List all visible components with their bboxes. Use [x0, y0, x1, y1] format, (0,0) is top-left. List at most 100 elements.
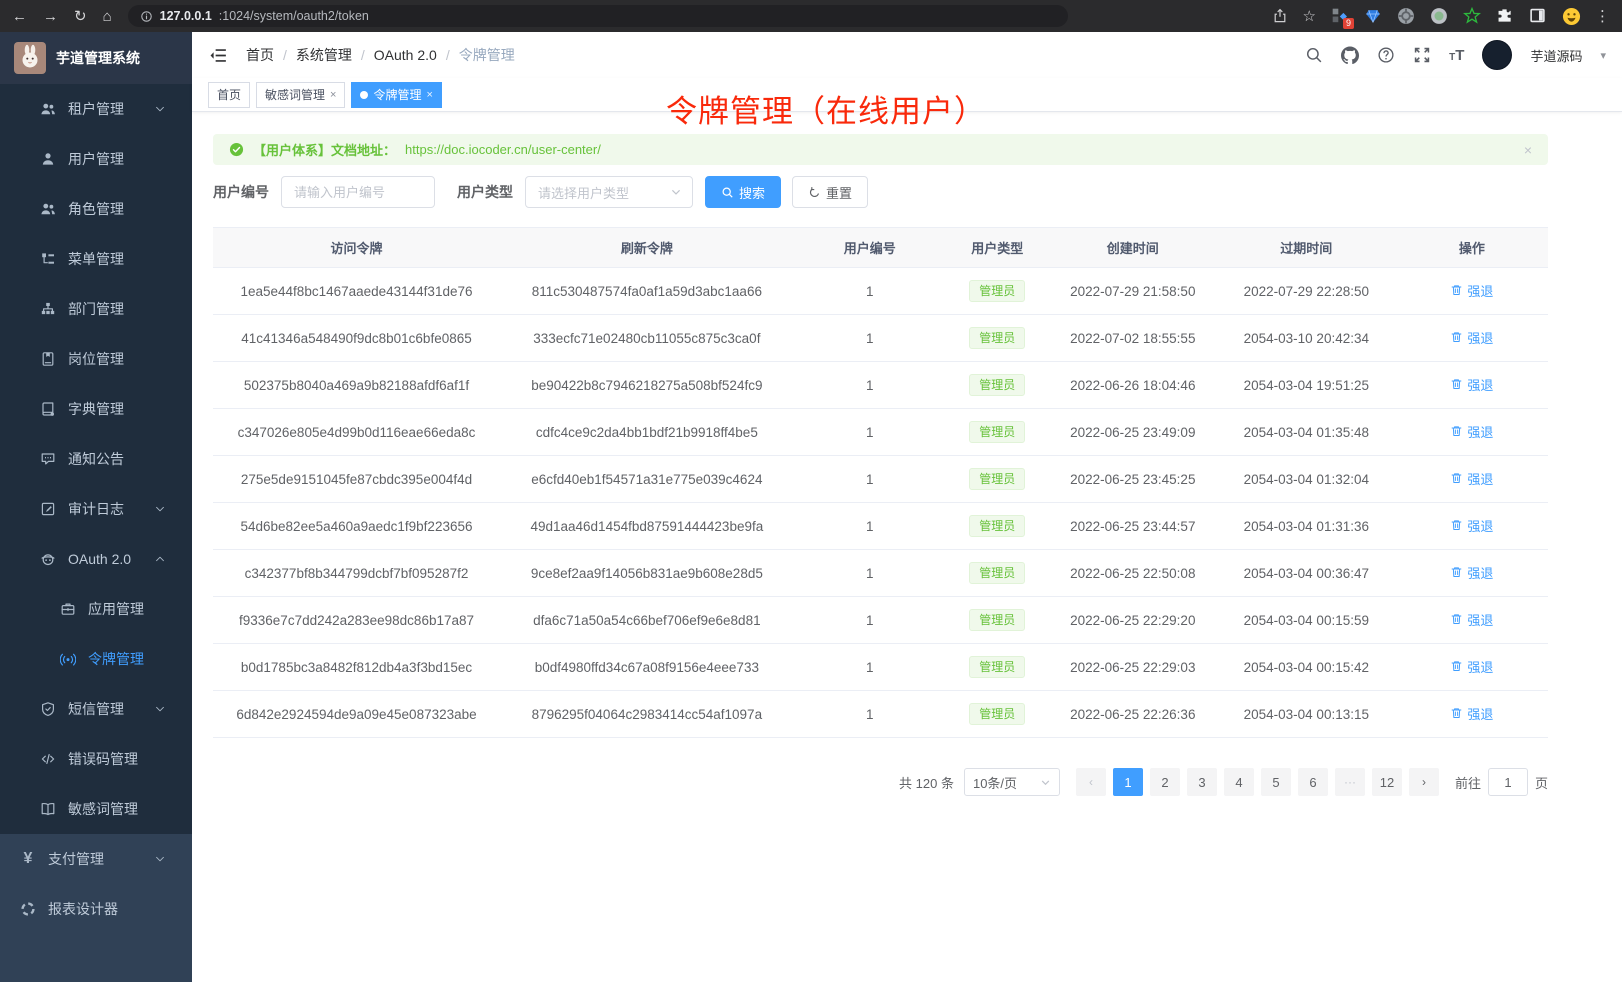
browser-reload-icon[interactable]: ↻ [74, 7, 87, 25]
force-logout-link[interactable]: 强退 [1450, 657, 1493, 676]
force-logout-link[interactable]: 强退 [1450, 281, 1493, 300]
tag-tab-0[interactable]: 首页 [208, 82, 250, 108]
alert-title: 【用户体系】文档地址： [253, 140, 396, 159]
pager-page-6[interactable]: 6 [1298, 768, 1328, 796]
sidebar-item-4[interactable]: 部门管理 [0, 284, 192, 334]
reset-button[interactable]: 重置 [792, 176, 868, 208]
force-logout-link[interactable]: 强退 [1450, 422, 1493, 441]
user-id-cell: 1 [794, 550, 946, 597]
github-icon[interactable] [1341, 46, 1359, 64]
help-question-icon[interactable] [1377, 46, 1395, 64]
font-size-icon[interactable]: TT [1449, 47, 1464, 64]
force-logout-link[interactable]: 强退 [1450, 375, 1493, 394]
sidebar-item-6[interactable]: 字典管理 [0, 384, 192, 434]
created-time-cell: 2022-06-26 18:04:46 [1049, 362, 1217, 409]
sidebar-item-0[interactable]: 租户管理 [0, 84, 192, 134]
user-type-select[interactable]: 请选择用户类型 [525, 176, 693, 208]
admin-type-tag: 管理员 [969, 562, 1025, 584]
user-caret-down-icon[interactable]: ▾ [1600, 49, 1606, 62]
breadcrumb-oauth[interactable]: OAuth 2.0 [374, 47, 437, 63]
emoji-face-icon[interactable] [1562, 7, 1580, 25]
bookmark-star-icon[interactable]: ☆ [1303, 7, 1316, 25]
sidebar-item-10[interactable]: 应用管理 [0, 584, 192, 634]
pager-page-4[interactable]: 4 [1224, 768, 1254, 796]
pager-page-2[interactable]: 2 [1150, 768, 1180, 796]
table-row: c347026e805e4d99b0d116eae66eda8ccdfc4ce9… [213, 409, 1548, 456]
fullscreen-icon[interactable] [1413, 46, 1431, 64]
content-area: 【用户体系】文档地址： https://doc.iocoder.cn/user-… [192, 112, 1622, 796]
sidebar-item-13[interactable]: 错误码管理 [0, 734, 192, 784]
alert-doc-link[interactable]: https://doc.iocoder.cn/user-center/ [405, 142, 601, 157]
sidebar-item-1[interactable]: 用户管理 [0, 134, 192, 184]
user-id-input[interactable] [281, 176, 435, 208]
share-icon[interactable] [1272, 8, 1288, 24]
sidebar-item-12[interactable]: 短信管理 [0, 684, 192, 734]
table-row: c342377bf8b344799dcbf7bf095287f29ce8ef2a… [213, 550, 1548, 597]
pager-page-5[interactable]: 5 [1261, 768, 1291, 796]
table-row: 6d842e2924594de9a09e45e087323abe8796295f… [213, 691, 1548, 738]
browser-menu-dots-icon[interactable]: ⋮ [1595, 7, 1610, 25]
badge-icon [40, 351, 56, 367]
user-avatar[interactable] [1482, 40, 1512, 70]
sidebar-item-3[interactable]: 菜单管理 [0, 234, 192, 284]
puzzle-extension-icon[interactable] [1496, 7, 1514, 25]
pager-next-icon[interactable]: › [1409, 768, 1439, 796]
sidebar-item-11[interactable]: 令牌管理 [0, 634, 192, 684]
pager-prev-icon[interactable]: ‹ [1076, 768, 1106, 796]
force-logout-link[interactable]: 强退 [1450, 563, 1493, 582]
force-logout-link[interactable]: 强退 [1450, 704, 1493, 723]
success-check-icon [229, 142, 244, 157]
force-logout-link[interactable]: 强退 [1450, 610, 1493, 629]
site-info-icon[interactable] [140, 10, 153, 23]
pager-page-3[interactable]: 3 [1187, 768, 1217, 796]
tag-close-icon[interactable]: × [330, 89, 336, 101]
browser-back-icon[interactable]: ← [12, 8, 27, 25]
sidebar-item-oauth2[interactable]: OAuth 2.0 [0, 534, 192, 584]
column-header: 访问令牌 [213, 228, 500, 268]
sidebar-item-15[interactable]: ¥支付管理 [0, 834, 192, 884]
tag-close-icon[interactable]: × [426, 89, 432, 101]
green-dot-extension-icon[interactable] [1430, 7, 1448, 25]
gem-extension-icon[interactable] [1364, 7, 1382, 25]
tag-tab-2[interactable]: 令牌管理× [351, 82, 441, 108]
app-logo-row[interactable]: 芋道管理系统 [0, 32, 192, 84]
force-logout-link[interactable]: 强退 [1450, 328, 1493, 347]
sidebar-fold-icon[interactable] [208, 45, 228, 65]
sidebar-item-7[interactable]: 通知公告 [0, 434, 192, 484]
extension-grid-icon[interactable]: 9 [1331, 7, 1349, 25]
browser-home-icon[interactable]: ⌂ [103, 8, 112, 25]
pager-page-12[interactable]: 12 [1372, 768, 1402, 796]
page-size-select[interactable]: 10条/页 [964, 768, 1060, 796]
goto-page-input[interactable] [1488, 768, 1528, 796]
tag-tab-1[interactable]: 敏感词管理× [256, 82, 345, 108]
action-cell: 强退 [1396, 597, 1548, 644]
access-token-cell: b0d1785bc3a8482f812db4a3f3bd15ec [213, 644, 500, 691]
green-star-extension-icon[interactable] [1463, 7, 1481, 25]
expire-time-cell: 2054-03-04 00:13:15 [1217, 691, 1396, 738]
created-time-cell: 2022-07-02 18:55:55 [1049, 315, 1217, 362]
sidebar-item-14[interactable]: 敏感词管理 [0, 784, 192, 834]
expire-time-cell: 2054-03-04 01:31:36 [1217, 503, 1396, 550]
table-header-row: 访问令牌刷新令牌用户编号用户类型创建时间过期时间操作 [213, 228, 1548, 268]
alert-close-icon[interactable]: × [1524, 142, 1532, 158]
username-label[interactable]: 芋道源码 [1530, 46, 1582, 65]
table-row: 54d6be82ee5a460a9aedc1f9bf22365649d1aa46… [213, 503, 1548, 550]
address-bar[interactable]: 127.0.0.1:1024/system/oauth2/token [128, 5, 1068, 27]
breadcrumb-home[interactable]: 首页 [246, 45, 274, 65]
browser-forward-icon[interactable]: → [43, 8, 58, 25]
force-logout-link[interactable]: 强退 [1450, 516, 1493, 535]
sidebar-item-8[interactable]: 审计日志 [0, 484, 192, 534]
breadcrumb-system[interactable]: 系统管理 [296, 45, 352, 65]
sidebar-item-2[interactable]: 角色管理 [0, 184, 192, 234]
header-search-icon[interactable] [1305, 46, 1323, 64]
search-button[interactable]: 搜索 [705, 176, 781, 208]
red-annotation: 令牌管理（在线用户） [666, 86, 986, 131]
pager-more-icon[interactable]: ··· [1335, 768, 1365, 796]
gray-circle-extension-icon[interactable] [1397, 7, 1415, 25]
sidebar-square-icon[interactable] [1529, 7, 1547, 25]
sidebar-item-16[interactable]: 报表设计器 [0, 884, 192, 934]
sidebar-item-5[interactable]: 岗位管理 [0, 334, 192, 384]
sidebar-item-label: 应用管理 [88, 599, 144, 619]
force-logout-link[interactable]: 强退 [1450, 469, 1493, 488]
pager-page-1[interactable]: 1 [1113, 768, 1143, 796]
